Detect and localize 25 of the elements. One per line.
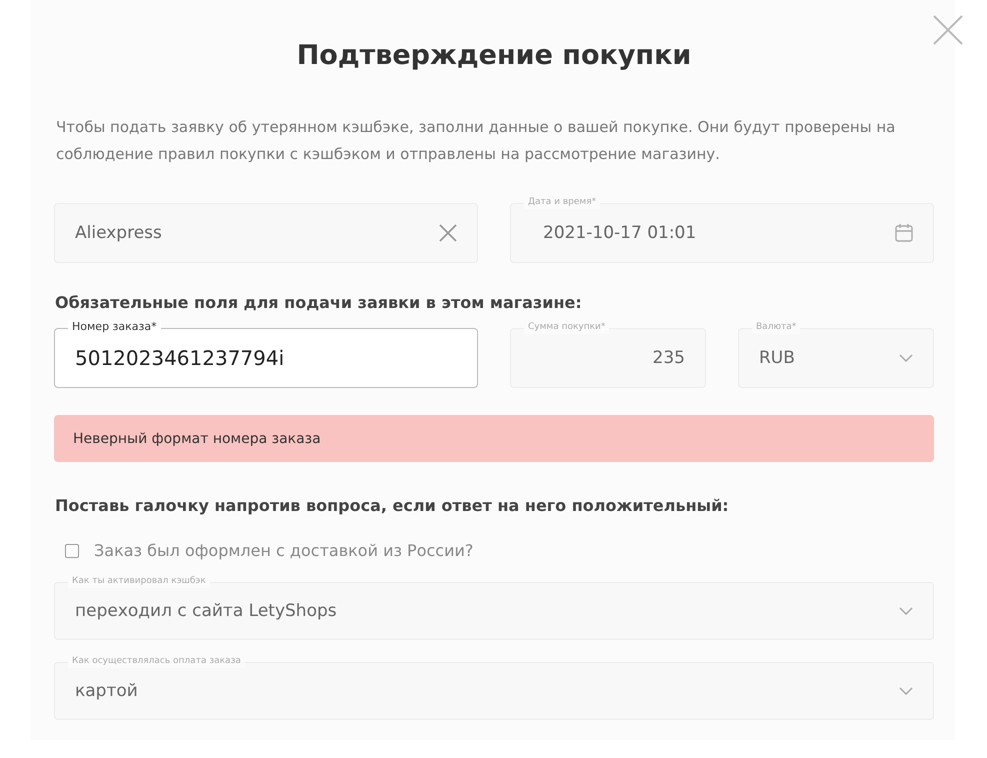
field-value: 2021-10-17 01:01	[542, 223, 698, 243]
field-label: Номер заказа*	[68, 320, 161, 334]
field-value: картой	[75, 681, 139, 701]
field-label: Как ты активировал кэшбэк	[68, 574, 210, 588]
dialog-title: Подтверждение покупки	[296, 40, 692, 71]
field-label: Как осуществлялась оплата заказа	[68, 654, 245, 668]
field-value: 235	[652, 348, 685, 368]
store-field[interactable]: Aliexpress	[54, 203, 478, 263]
description-text: Чтобы подать заявку об утерянном кэшбэке, заполни данные о вашей покупке. Они будут проверены на соблюдение правил покупки с кэшбэком и отправлены на рассмотрение магазину.	[56, 117, 896, 165]
currency-select[interactable]: RUB	[738, 328, 934, 388]
field-label: Дата и время*	[524, 195, 600, 209]
calendar-icon[interactable]	[895, 224, 913, 242]
clear-icon[interactable]	[439, 224, 457, 242]
field-value: Aliexpress	[75, 223, 163, 243]
field-value: 5012023461237794i	[75, 346, 286, 370]
error-message: Неверный формат номера заказа	[54, 415, 934, 462]
section-heading: Обязательные поля для подачи заявки в этом магазине:	[55, 293, 583, 312]
section-heading: Поставь галочку напротив вопроса, если ответ на него положительный:	[55, 496, 730, 515]
chevron-down-icon	[899, 354, 913, 362]
chevron-down-icon	[899, 687, 913, 695]
chevron-down-icon	[899, 607, 913, 615]
field-value: переходил с сайта LetyShops	[75, 601, 338, 621]
delivery-checkbox[interactable]: Заказ был оформлен с доставкой из России?	[65, 541, 934, 560]
field-label: Сумма покупки*	[524, 320, 610, 334]
field-value: RUB	[759, 348, 796, 368]
